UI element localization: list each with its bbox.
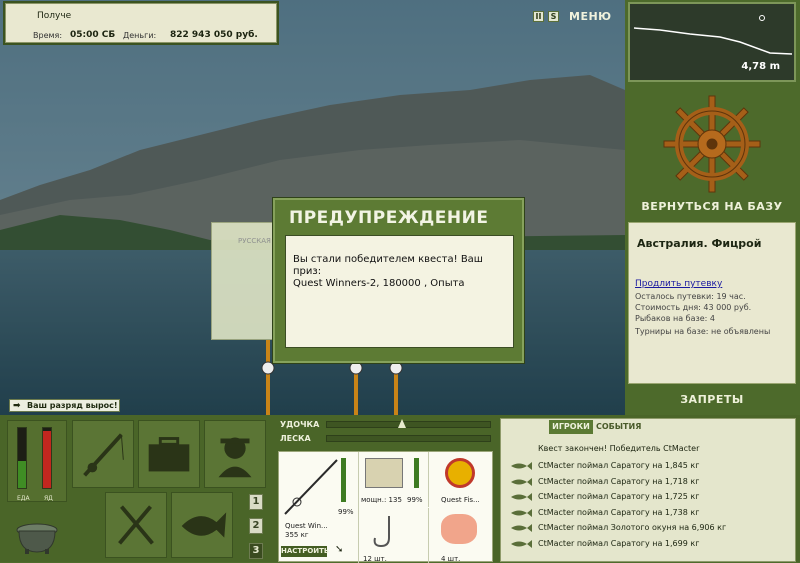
reel-slot[interactable]: мощн.: 135 99% [359,452,429,507]
pause-icon[interactable]: II [533,10,544,22]
bans-button[interactable]: ЗАПРЕТЫ [628,393,796,406]
tournaments-status: Турниры на базе: не объявлены [635,327,771,336]
permit-remaining: Осталось путевки: 19 час. [635,292,746,301]
line-name: Quest Fis... [441,496,480,504]
fish-icon [511,462,532,470]
fishers-count: Рыбаков на базе: 4 [635,314,715,323]
food-gauge [17,427,27,489]
depth-map: 4,78 m [628,2,796,82]
money-value: 822 943 050 руб. [170,30,258,40]
line-label: ЛЕСКА [280,434,311,443]
top-controls: II S МЕНЮ [533,8,612,24]
food-label: ЕДА [17,495,30,502]
line-tension-bar [326,435,491,442]
tension-bars: УДОЧКА ЛЕСКА [278,418,493,449]
arrow-down-right-icon: ➘ [335,544,344,555]
rod-slot[interactable]: Quest Win... 355 кг 99% НАСТРОИТЬ ➘ [279,452,359,563]
fish-icon [511,477,532,486]
list-item: CtMacter поймал Золотого окуня на 6,906 … [501,520,797,536]
dialog-body: Вы стали победителем квеста! Ваш приз: Q… [285,235,514,348]
tab-players[interactable]: ИГРОКИ [549,420,593,434]
event-header: Квест закончен! Победитель CtMacter [538,444,700,453]
catch-list: CtMacter поймал Саратогу на 1,845 кг CtM… [501,458,797,551]
s-icon[interactable]: S [548,10,559,22]
base-title: Австралия. Фицрой [637,237,762,250]
list-item: CtMacter поймал Саратогу на 1,718 кг [501,474,797,490]
fish-icon [511,524,532,532]
events-panel: ИГРОКИ СОБЫТИЯ Квест закончен! Победител… [500,418,796,562]
list-item: CtMacter поймал Саратогу на 1,845 кг [501,458,797,474]
depth-value: 4,78 m [741,61,780,72]
line-slot[interactable]: Quest Fis... [429,452,494,507]
day-cost: Стоимость дня: 43 000 руб. [635,303,752,312]
gauges-panel: ЕДА ЯД [7,420,67,502]
bait-label: ЯД [44,495,53,502]
bait-gauge [42,427,52,489]
rod-inventory-button[interactable] [72,420,134,488]
rod-icon [284,459,338,515]
page-button-3[interactable]: 3 [249,543,263,559]
cutlery-button[interactable] [105,492,167,558]
time-value: 05:00 СБ [70,30,116,40]
rod-condition: 99% [338,508,354,516]
tab-events[interactable]: СОБЫТИЯ [596,420,641,434]
reel-condition: 99% [407,496,423,504]
fish-icon [511,493,532,501]
toast-text: Ваш разряд вырос! [27,401,118,410]
page-button-1[interactable]: 1 [249,494,263,510]
status-panel: Получе Время: 05:00 СБ Деньги: 822 943 0… [5,3,277,43]
rod-label: УДОЧКА [280,420,320,429]
list-item: CtMacter поймал Саратогу на 1,725 кг [501,489,797,505]
return-to-base-button[interactable]: ВЕРНУТЬСЯ НА БАЗУ [628,200,796,213]
angler-profile-button[interactable] [204,420,266,488]
time-label: Время: [33,31,63,40]
money-label: Деньги: [123,31,157,40]
dialog-line-2: Quest Winners-2, 180000 , Опыта [293,278,465,289]
tension-marker-icon [398,419,406,428]
location-name: Получе [37,11,72,21]
reel-power: мощн.: 135 [361,496,402,504]
line-spool-icon [445,458,475,488]
tackle-box-button[interactable] [138,420,200,488]
reel-icon [365,458,403,488]
rod-tension-bar [326,421,491,428]
warning-dialog: ПРЕДУПРЕЖДЕНИЕ Вы стали победителем квес… [272,197,525,364]
menu-button[interactable]: МЕНЮ [569,10,612,23]
list-item: CtMacter поймал Саратогу на 1,699 кг [501,536,797,552]
fish-keepnet-button[interactable] [171,492,233,558]
rod-name: Quest Win... [285,522,328,530]
background-dialog: РУССКАЯ [211,222,276,340]
renew-permit-link[interactable]: Продлить путевку [635,279,722,289]
rank-up-toast[interactable]: ➡ Ваш разряд вырос! [9,399,120,412]
rod-weight: 355 кг [285,531,309,539]
background-dialog-label: РУССКАЯ [238,237,271,245]
base-info-card: Австралия. Фицрой Продлить путевку Остал… [628,222,796,384]
hook-slot[interactable]: 12 шт. [359,508,429,563]
hook-icon [373,516,390,548]
cauldron-icon[interactable] [11,510,63,555]
arrow-right-icon: ➡ [13,401,21,411]
reel-condition-bar [414,458,419,488]
page-button-2[interactable]: 2 [249,518,263,534]
dialog-line-1: Вы стали победителем квеста! Ваш приз: [293,254,483,277]
gear-panel: Quest Win... 355 кг 99% НАСТРОИТЬ ➘ мощн… [278,451,494,563]
dialog-title: ПРЕДУПРЕЖДЕНИЕ [289,208,489,228]
setup-button[interactable]: НАСТРОИТЬ [281,546,329,557]
shrimp-bait-icon [441,514,477,544]
bait-slot[interactable]: 4 шт. [429,508,494,563]
fish-icon [511,539,532,548]
ship-wheel-icon[interactable] [628,88,796,218]
rod-condition-bar [341,458,346,502]
fish-icon [511,508,532,517]
list-item: CtMacter поймал Саратогу на 1,738 кг [501,505,797,521]
